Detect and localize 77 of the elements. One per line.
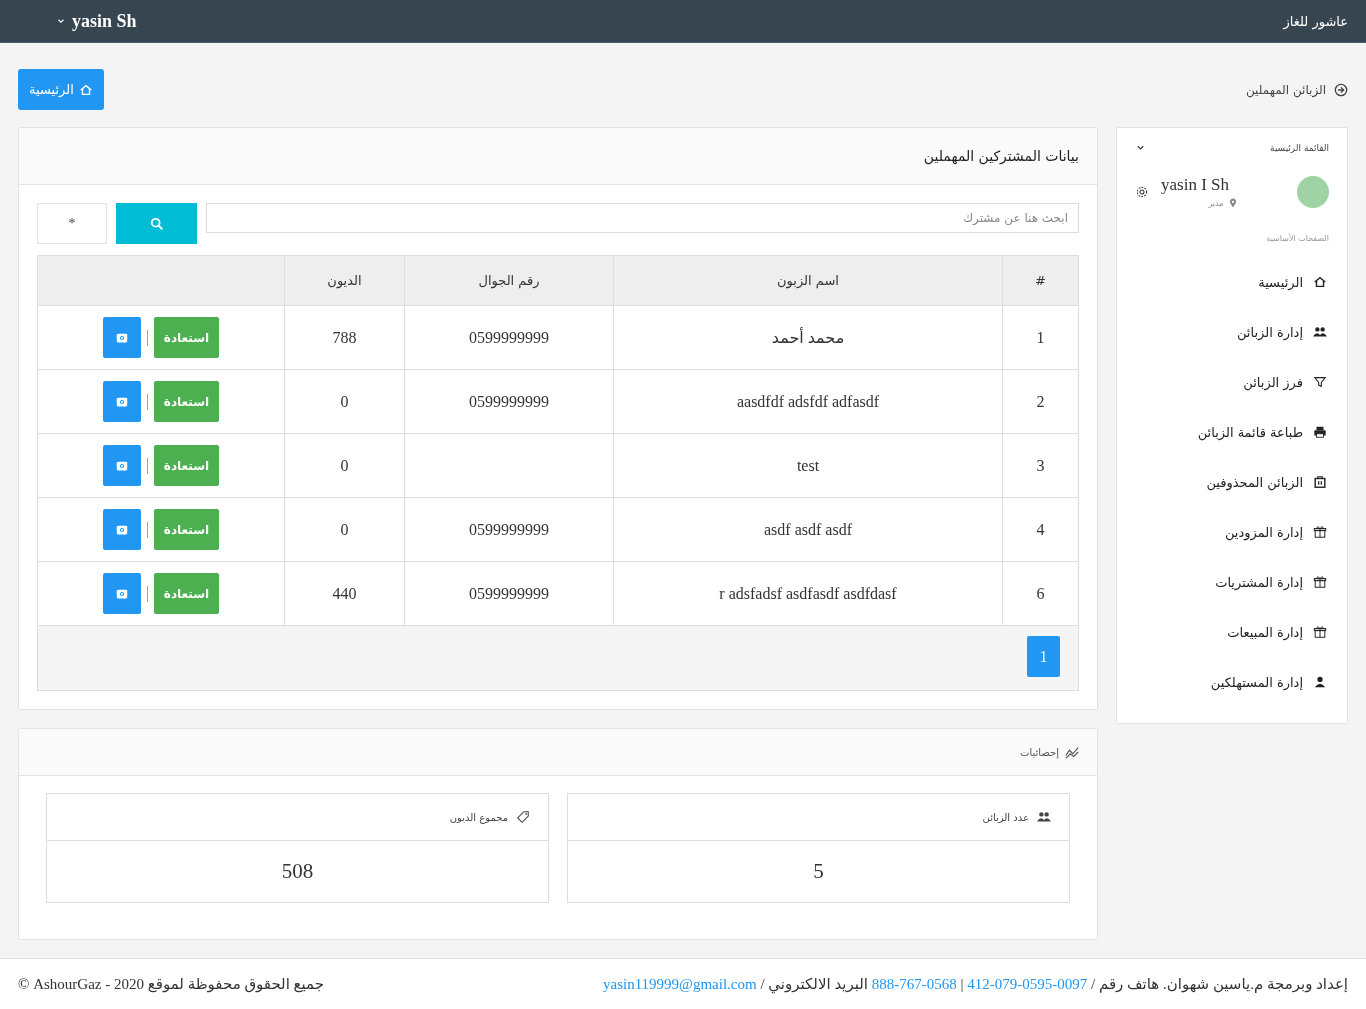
stat-label: مجموع الديون xyxy=(449,811,508,823)
stat-value: 5 xyxy=(813,859,824,884)
table-cell: 6 xyxy=(1002,561,1078,626)
table-cell: محمد أحمد xyxy=(613,305,1003,370)
gift-icon xyxy=(1313,575,1327,589)
tag-icon xyxy=(516,810,530,824)
panel-title: بيانات المشتركين المهملين xyxy=(923,148,1079,164)
divider xyxy=(146,585,148,602)
home-icon xyxy=(1313,275,1327,289)
sidebar-item[interactable]: إدارة المزودين xyxy=(1135,507,1329,557)
brand-name: عاشور للغاز xyxy=(1283,13,1348,29)
column-header: رقم الجوال xyxy=(404,256,614,306)
panel-title: إحصائيات xyxy=(1020,746,1059,758)
gift-icon xyxy=(1313,525,1327,539)
table-cell: 440 xyxy=(284,561,405,626)
view-button[interactable] xyxy=(102,317,141,358)
home-icon xyxy=(78,82,93,97)
column-header: # xyxy=(1002,256,1078,306)
show-all-button[interactable]: * xyxy=(37,203,107,244)
table-cell: 788 xyxy=(284,305,405,370)
view-button[interactable] xyxy=(102,381,141,422)
copyright-text: جميع الحقوق محفوظة لموقع 2020 - AshourGaz © xyxy=(18,975,324,993)
sidebar-item[interactable]: الزبائن المحذوفين xyxy=(1135,457,1329,507)
divider xyxy=(146,393,148,410)
printer-icon xyxy=(1313,425,1327,439)
table-cell: 0599999999 xyxy=(404,369,614,434)
table-cell: 3 xyxy=(1002,433,1078,498)
search-field[interactable]: ابحث هنا عن مشترك xyxy=(206,203,1079,233)
settings-button[interactable] xyxy=(1135,184,1149,199)
table-cell: 0 xyxy=(284,369,405,434)
user-name: yasin I Sh xyxy=(1161,175,1229,195)
column-header: اسم الزبون xyxy=(613,256,1003,306)
users-icon xyxy=(1313,325,1327,339)
table-cell: 0599999999 xyxy=(404,305,614,370)
sidebar-item[interactable]: إدارة المبيعات xyxy=(1135,607,1329,657)
table-cell: 0 xyxy=(284,497,405,562)
table-cell: aasdfdf adsfdf adfasdf xyxy=(613,369,1003,434)
chart-icon xyxy=(1065,745,1079,759)
user-role: مدير xyxy=(1208,198,1224,208)
section-label: الصفحات الأساسية xyxy=(1265,234,1329,243)
view-button[interactable] xyxy=(102,445,141,486)
avatar xyxy=(1297,175,1329,208)
search-icon xyxy=(149,216,164,231)
sidebar-title: القائمة الرئيسية xyxy=(1270,142,1329,153)
trash-icon xyxy=(1313,475,1327,489)
table-cell: asdf asdf asdf xyxy=(613,497,1003,562)
divider xyxy=(146,457,148,474)
table-cell: 0 xyxy=(284,433,405,498)
divider xyxy=(146,329,148,346)
filter-icon xyxy=(1313,375,1327,389)
location-pin-icon xyxy=(1227,198,1238,208)
table-cell: test xyxy=(613,433,1003,498)
gift-icon xyxy=(1313,625,1327,639)
table-cell: 2 xyxy=(1002,369,1078,434)
sidebar-item[interactable]: الرئيسية xyxy=(1135,257,1329,307)
page-title: الزبائن المهملين xyxy=(1245,82,1326,97)
settings-icon xyxy=(1135,184,1149,199)
sidebar-item[interactable]: فرز الزبائن xyxy=(1135,357,1329,407)
view-button[interactable] xyxy=(102,573,141,614)
stat-value: 508 xyxy=(281,859,314,884)
sidebar-item[interactable]: إدارة المشتريات xyxy=(1135,557,1329,607)
arrow-circle-icon xyxy=(1334,82,1348,97)
table-cell: 4 xyxy=(1002,497,1078,562)
table-cell: 1 xyxy=(1002,305,1078,370)
users-icon xyxy=(1037,810,1051,824)
view-button[interactable] xyxy=(102,509,141,550)
column-header: الديون xyxy=(284,256,405,306)
sidebar-item[interactable]: طباعة قائمة الزبائن xyxy=(1135,407,1329,457)
table-cell: r adsfadsf asdfasdf asdfdasf xyxy=(613,561,1003,626)
sidebar-item[interactable]: إدارة المستهلكين xyxy=(1135,657,1329,707)
user-icon xyxy=(1313,675,1327,689)
user-menu[interactable]: yasin Sh xyxy=(50,9,143,33)
table-cell: 0599999999 xyxy=(404,497,614,562)
stat-label: عدد الزبائن xyxy=(982,811,1029,823)
table-cell: 0599999999 xyxy=(404,561,614,626)
sidebar-item[interactable]: إدارة الزبائن xyxy=(1135,307,1329,357)
divider xyxy=(146,521,148,538)
